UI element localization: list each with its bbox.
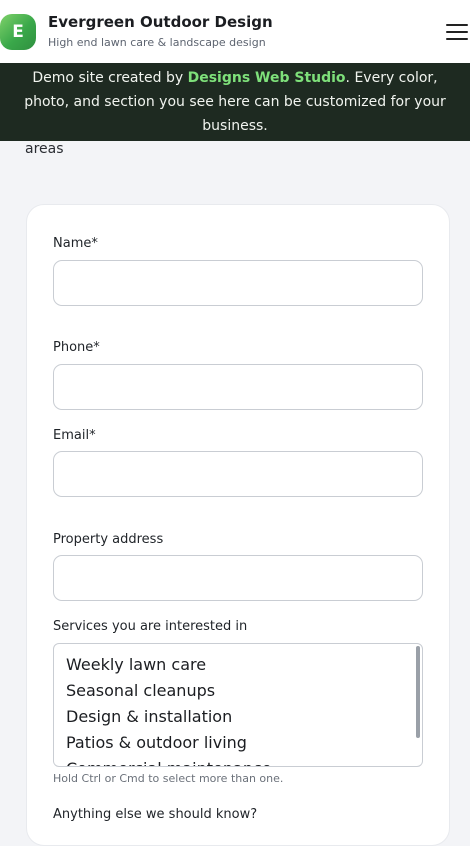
phone-input[interactable] [53, 364, 423, 410]
services-label: Services you are interested in [53, 619, 248, 634]
address-label: Property address [53, 532, 164, 547]
services-select[interactable]: Weekly lawn care Seasonal cleanups Desig… [53, 643, 423, 767]
services-option[interactable]: Patios & outdoor living [66, 733, 247, 752]
services-option[interactable]: Weekly lawn care [66, 655, 206, 674]
site-tagline: High end lawn care & landscape design [48, 36, 266, 49]
name-input[interactable] [53, 260, 423, 306]
intro-text: areas [25, 141, 64, 157]
email-input[interactable] [53, 451, 423, 497]
services-option[interactable]: Commercial maintenance [66, 759, 272, 766]
phone-label: Phone* [53, 340, 100, 355]
address-input[interactable] [53, 555, 423, 601]
site-title[interactable]: Evergreen Outdoor Design [48, 13, 273, 31]
services-option[interactable]: Seasonal cleanups [66, 681, 215, 700]
site-header: E Evergreen Outdoor Design High end lawn… [0, 0, 470, 64]
notes-label: Anything else we should know? [53, 807, 258, 822]
name-label: Name* [53, 236, 98, 251]
logo[interactable]: E [0, 14, 36, 50]
contact-form: Name* Phone* Email* Property address Ser… [26, 204, 450, 846]
services-option[interactable]: Design & installation [66, 707, 232, 726]
services-scrollbar[interactable] [416, 646, 420, 738]
demo-banner: Demo site created by Designs Web Studio.… [0, 63, 470, 141]
email-label: Email* [53, 428, 96, 443]
banner-text-prefix: Demo site created by [32, 70, 188, 86]
banner-studio-link[interactable]: Designs Web Studio [188, 70, 346, 86]
logo-letter: E [12, 22, 24, 42]
menu-icon[interactable] [446, 24, 468, 40]
services-hint: Hold Ctrl or Cmd to select more than one… [53, 772, 284, 785]
